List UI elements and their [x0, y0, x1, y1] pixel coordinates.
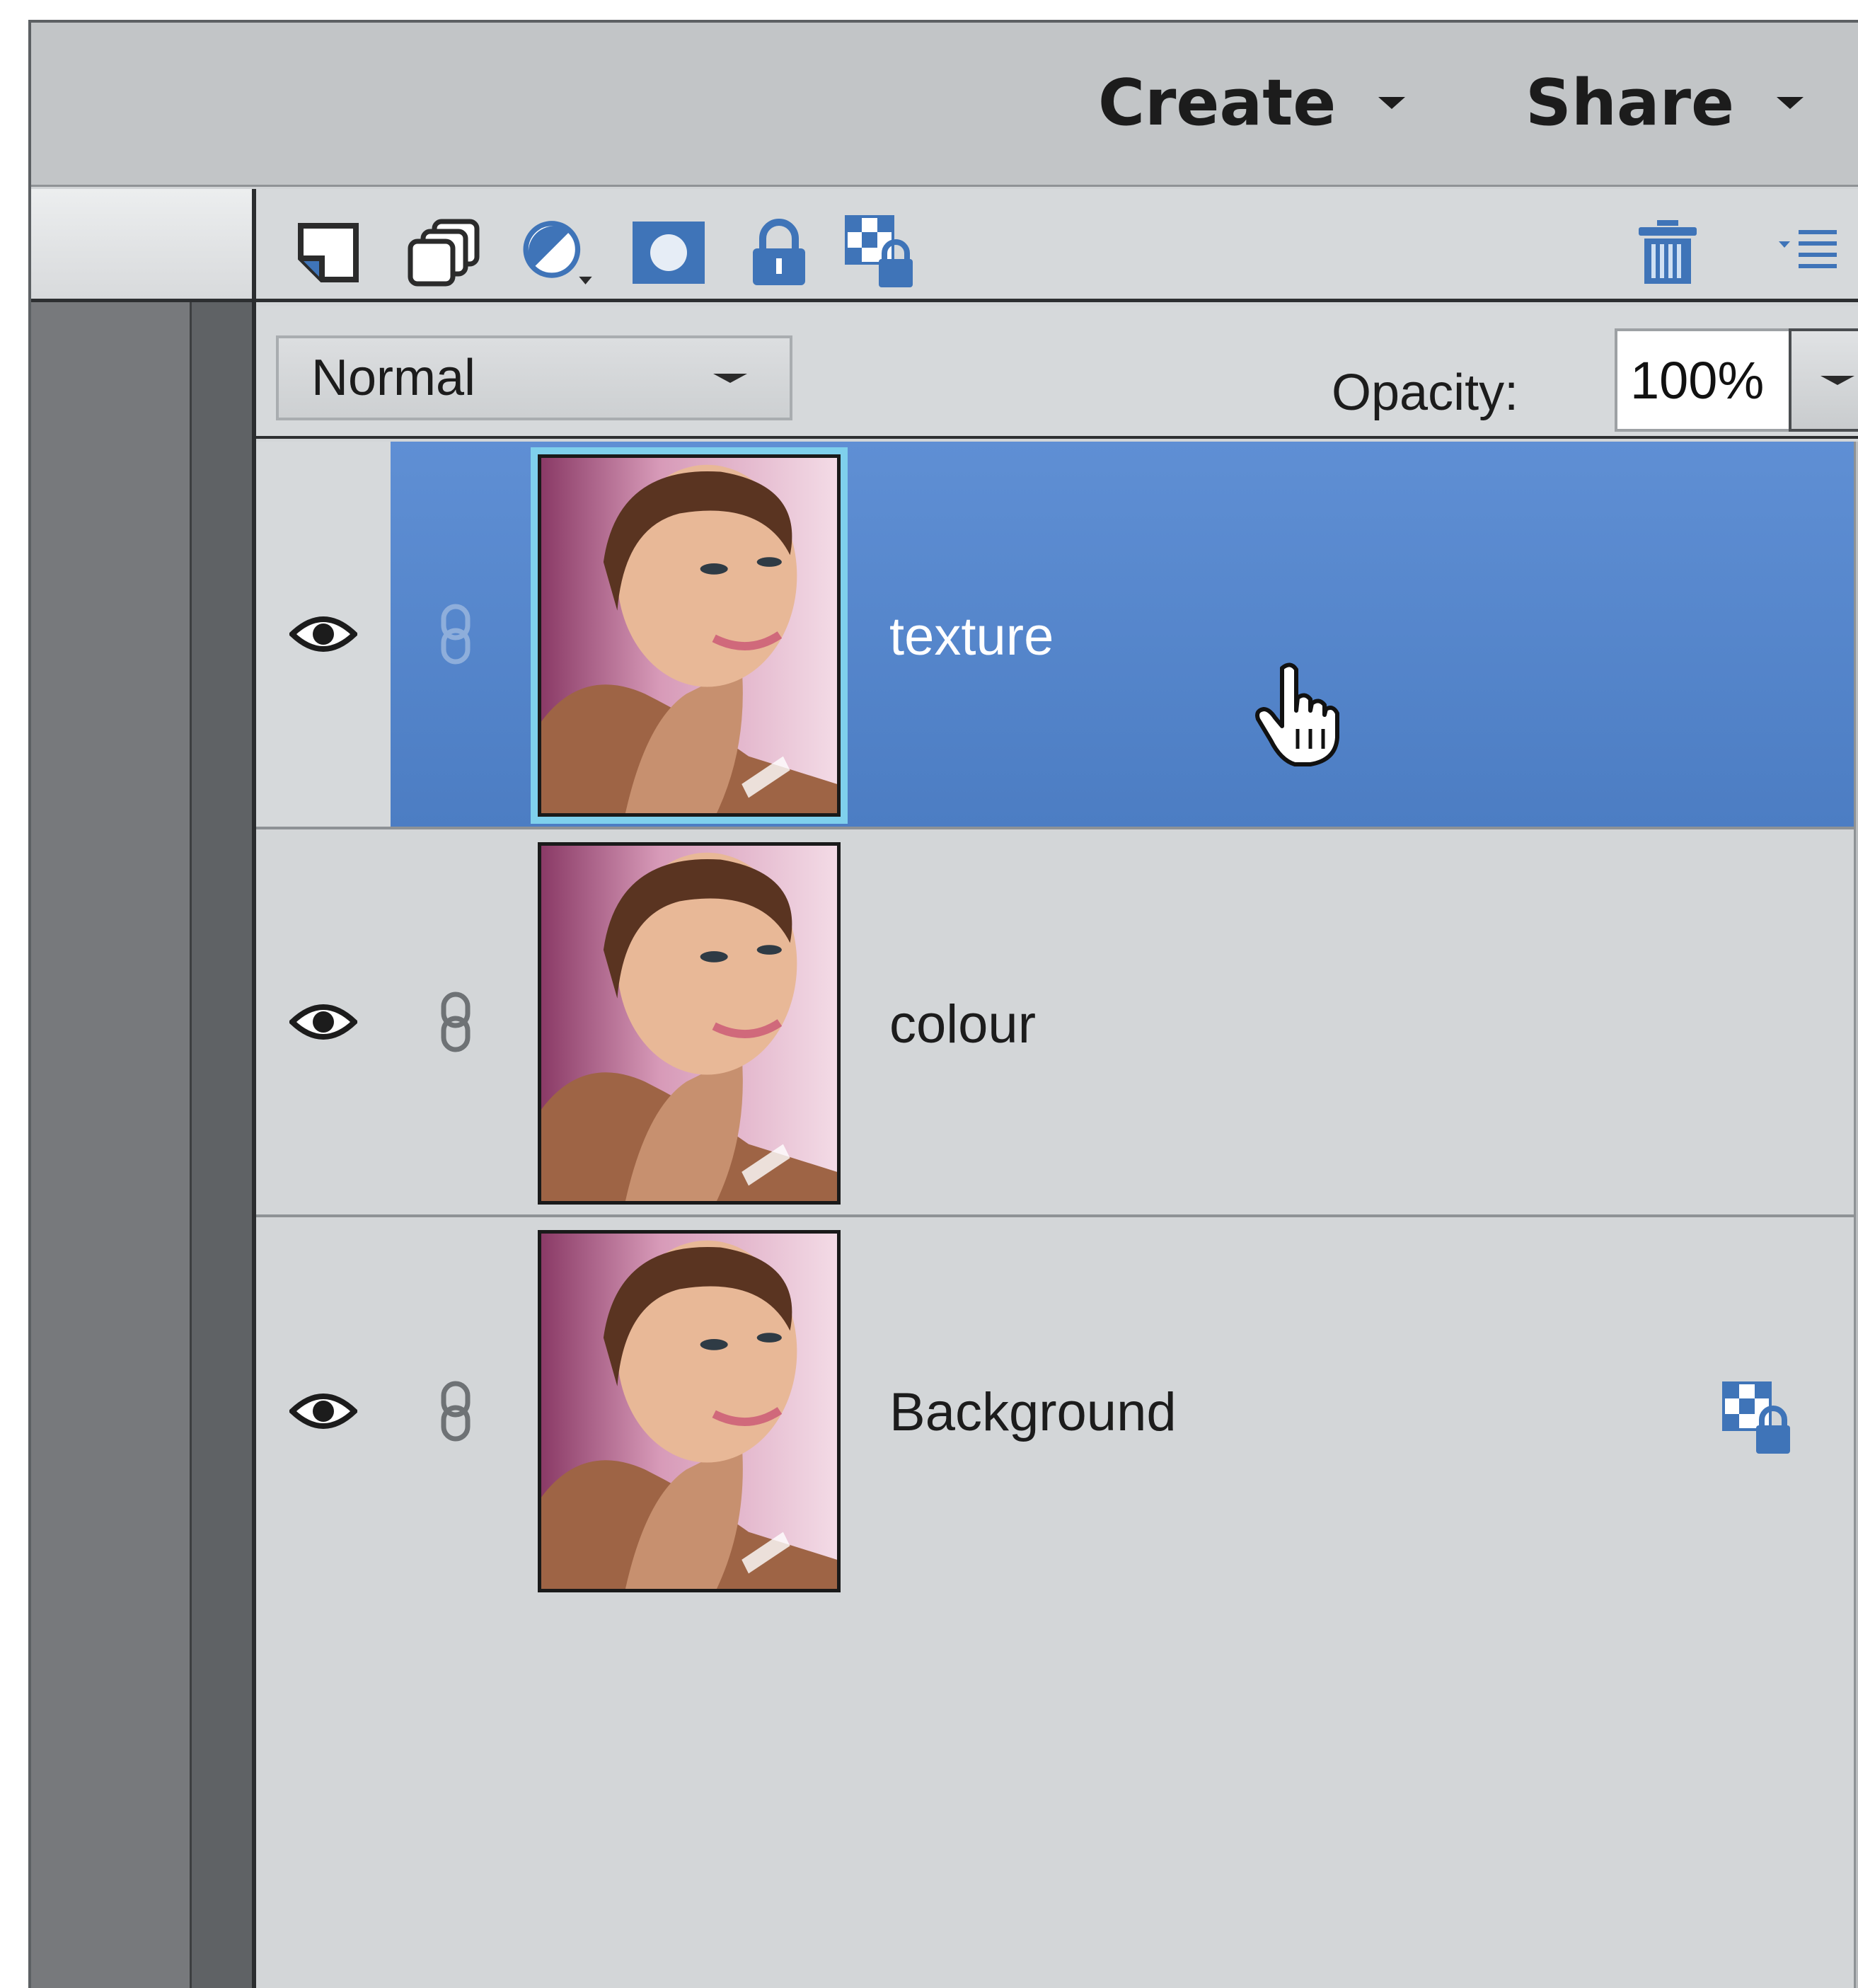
- layer-mask-icon[interactable]: [630, 214, 708, 292]
- new-layer-icon[interactable]: [290, 214, 368, 292]
- layer-row-colour[interactable]: colour: [256, 829, 1854, 1217]
- layers-toolbar: [256, 189, 1858, 302]
- link-icon: [441, 604, 471, 665]
- link-toggle[interactable]: [391, 1217, 521, 1605]
- lock-transparent-icon: [1722, 1381, 1790, 1454]
- adjustment-layer-icon[interactable]: [519, 214, 597, 292]
- top-bar: Create Share: [31, 23, 1858, 187]
- layers-panel: Normal Opacity: 100% texture colour Back…: [252, 189, 1858, 1988]
- create-button[interactable]: Create: [1098, 64, 1406, 142]
- chevron-down-icon: [1821, 375, 1854, 385]
- hand-cursor-icon: [1255, 662, 1339, 766]
- chevron-down-icon: [1777, 96, 1804, 109]
- share-label: Share: [1525, 65, 1735, 140]
- layer-row-texture[interactable]: texture: [256, 442, 1854, 829]
- layer-thumbnail: [538, 1230, 841, 1592]
- blend-mode-select[interactable]: Normal: [276, 335, 792, 420]
- chevron-down-icon: [1378, 96, 1406, 109]
- lock-all-icon[interactable]: [740, 214, 818, 292]
- eye-icon: [289, 1004, 357, 1040]
- layer-row-background[interactable]: Background: [256, 1217, 1854, 1605]
- share-button[interactable]: Share: [1525, 64, 1804, 142]
- create-label: Create: [1098, 65, 1337, 140]
- chevron-down-icon: [713, 373, 747, 383]
- blend-mode-value: Normal: [311, 350, 476, 406]
- layer-thumbnail: [531, 447, 848, 824]
- layer-name: colour: [889, 994, 1036, 1055]
- link-icon: [441, 992, 471, 1052]
- panel-menu-icon[interactable]: [1770, 214, 1848, 292]
- left-rail-divider: [190, 189, 252, 1988]
- layer-thumbnail: [538, 842, 841, 1205]
- link-icon: [441, 1381, 471, 1442]
- blend-opacity-bar: Normal Opacity:: [256, 306, 1858, 439]
- left-panel-header: [31, 189, 252, 302]
- layers-empty-area: [256, 1605, 1854, 1988]
- eye-icon: [289, 1394, 357, 1429]
- left-rail: [31, 189, 190, 1988]
- visibility-toggle[interactable]: [256, 1217, 391, 1605]
- visibility-toggle[interactable]: [256, 442, 391, 827]
- eye-icon: [289, 616, 357, 652]
- trash-icon[interactable]: [1629, 214, 1707, 292]
- opacity-dropdown-button[interactable]: [1789, 328, 1858, 432]
- layers-panel-window: Create Share Normal Opacity: 100% textur…: [28, 20, 1858, 1988]
- opacity-input[interactable]: [1615, 328, 1790, 432]
- lock-transparent-icon[interactable]: [843, 214, 921, 292]
- visibility-toggle[interactable]: [256, 829, 391, 1214]
- link-toggle[interactable]: [391, 442, 521, 827]
- opacity-label: Opacity:: [1332, 364, 1519, 421]
- link-toggle[interactable]: [391, 829, 521, 1214]
- new-group-icon[interactable]: [405, 214, 483, 292]
- panel-scroll-edge[interactable]: [1854, 442, 1858, 1988]
- layer-name: Background: [889, 1382, 1177, 1442]
- layer-name: texture: [889, 607, 1054, 667]
